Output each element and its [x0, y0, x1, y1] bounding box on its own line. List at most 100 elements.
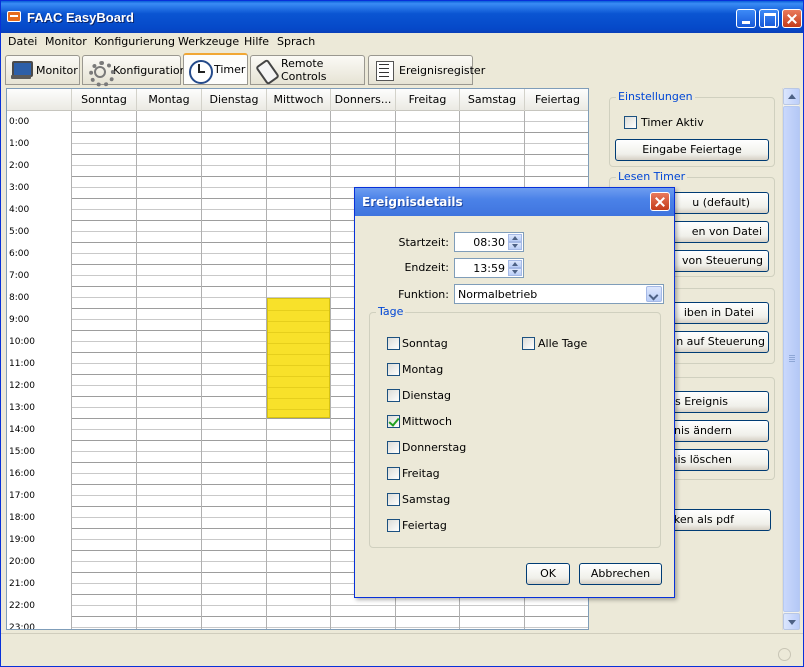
startzeit-spinner[interactable]: 08:30 — [454, 232, 524, 252]
app-icon — [7, 11, 21, 22]
grid-column-line — [201, 111, 202, 629]
scroll-up-button[interactable] — [783, 88, 800, 105]
close-button[interactable] — [782, 9, 802, 28]
day-checkbox-feiertag[interactable] — [387, 519, 400, 532]
day-label: Sonntag — [402, 337, 448, 350]
startzeit-down-arrow-icon[interactable] — [508, 242, 522, 250]
startzeit-value: 08:30 — [473, 236, 505, 249]
vertical-scrollbar[interactable] — [782, 88, 800, 630]
tab-monitor-label: Monitor — [36, 63, 78, 77]
row-label: 17:00 — [9, 491, 35, 501]
eingabe-feiertage-button[interactable]: Eingabe Feiertage — [615, 139, 769, 161]
row-label: 18:00 — [9, 513, 35, 523]
tab-konfiguration[interactable]: Konfiguration — [82, 55, 187, 87]
tab-remote-controls-label: Remote Controls — [281, 57, 327, 83]
menu-werkzeuge[interactable]: Werkzeuge — [178, 35, 239, 48]
row-label: 1:00 — [9, 139, 30, 149]
row-label: 3:00 — [9, 183, 30, 193]
funktion-value: Normalbetrieb — [458, 288, 538, 301]
day-checkbox-donnerstag[interactable] — [387, 441, 400, 454]
day-checkbox-freitag[interactable] — [387, 467, 400, 480]
tab-timer[interactable]: Timer — [183, 53, 248, 85]
group-einstellungen: Einstellungen Timer Aktiv Eingabe Feiert… — [609, 90, 775, 167]
endzeit-up-arrow-icon[interactable] — [508, 260, 522, 268]
grid-header: Sonntag Montag Dienstag Mittwoch Donners… — [7, 89, 588, 111]
event-slot-line — [268, 409, 329, 410]
menu-bar: Datei Monitor Konfigurierung Werkzeuge H… — [1, 33, 803, 51]
alle-tage-checkbox[interactable] — [522, 337, 535, 350]
startzeit-up-arrow-icon[interactable] — [508, 234, 522, 242]
day-label: Montag — [402, 363, 444, 376]
timer-aktiv-checkbox[interactable] — [624, 116, 637, 129]
row-label: 2:00 — [9, 161, 30, 171]
row-label: 23:00 — [9, 623, 35, 630]
day-label: Dienstag — [402, 389, 452, 402]
row-label: 19:00 — [9, 535, 35, 545]
startzeit-label: Startzeit: — [398, 236, 450, 249]
row-label: 20:00 — [9, 557, 35, 567]
row-label: 5:00 — [9, 227, 30, 237]
column-header: Donners... — [330, 89, 395, 111]
menu-datei[interactable]: Datei — [8, 35, 37, 48]
day-checkbox-dienstag[interactable] — [387, 389, 400, 402]
row-label: 15:00 — [9, 447, 35, 457]
chevron-down-icon[interactable] — [646, 286, 662, 302]
tab-monitor[interactable]: Monitor — [5, 55, 80, 85]
row-label: 8:00 — [9, 293, 30, 303]
endzeit-down-arrow-icon[interactable] — [508, 268, 522, 276]
clock-icon — [188, 59, 213, 84]
tage-group: Tage Sonntag Montag Dienstag Mittwoch Donner… — [369, 305, 661, 548]
event-slot-line — [268, 343, 329, 344]
timer-event-block[interactable] — [267, 298, 330, 418]
minimize-button[interactable] — [736, 9, 756, 28]
day-checkbox-montag[interactable] — [387, 363, 400, 376]
column-header: Dienstag — [201, 89, 266, 111]
scroll-thumb[interactable] — [783, 106, 800, 612]
tage-title: Tage — [376, 305, 406, 318]
row-label: 0:00 — [9, 117, 30, 127]
dialog-close-button[interactable] — [650, 192, 670, 211]
menu-sprach[interactable]: Sprach — [277, 35, 315, 48]
menu-hilfe[interactable]: Hilfe — [244, 35, 269, 48]
menu-konfigurierung[interactable]: Konfigurierung — [94, 35, 175, 48]
column-header: Feiertag — [524, 89, 588, 111]
tab-ereignisregister[interactable]: Ereignisregister — [368, 55, 485, 85]
tab-timer-label: Timer — [214, 63, 246, 76]
row-label: 12:00 — [9, 381, 35, 391]
funktion-label: Funktion: — [398, 288, 449, 301]
monitor-icon — [10, 59, 33, 81]
column-header: Sonntag — [71, 89, 136, 111]
event-slot-line — [268, 332, 329, 333]
column-header: Freitag — [395, 89, 459, 111]
endzeit-spinner[interactable]: 13:59 — [454, 258, 524, 278]
ok-button[interactable]: OK — [526, 563, 570, 585]
event-slot-line — [268, 321, 329, 322]
alle-tage-label: Alle Tage — [538, 337, 588, 350]
row-label: 16:00 — [9, 469, 35, 479]
event-slot-line — [268, 387, 329, 388]
column-header: Mittwoch — [266, 89, 330, 111]
row-label: 21:00 — [9, 579, 35, 589]
column-header: Montag — [136, 89, 201, 111]
scroll-down-button[interactable] — [783, 613, 800, 630]
window-title: FAAC EasyBoard — [27, 10, 134, 25]
status-indicator-icon — [778, 648, 791, 661]
maximize-button[interactable] — [759, 9, 779, 28]
day-checkbox-sonntag[interactable] — [387, 337, 400, 350]
list-icon — [373, 59, 395, 81]
remote-control-icon — [255, 59, 277, 81]
day-label: Freitag — [402, 467, 440, 480]
tab-toolbar: Monitor Konfiguration Timer Remote Contr… — [1, 51, 803, 87]
endzeit-label: Endzeit: — [404, 261, 449, 274]
funktion-dropdown[interactable]: Normalbetrieb — [454, 284, 664, 304]
day-checkbox-mittwoch[interactable] — [387, 415, 400, 428]
row-label: 11:00 — [9, 359, 35, 369]
row-label: 4:00 — [9, 205, 30, 215]
tab-remote-controls[interactable]: Remote Controls — [250, 55, 365, 85]
dialog-title: Ereignisdetails — [362, 195, 463, 209]
abbrechen-button[interactable]: Abbrechen — [579, 563, 662, 585]
menu-monitor[interactable]: Monitor — [45, 35, 87, 48]
day-label: Samstag — [402, 493, 451, 506]
day-checkbox-samstag[interactable] — [387, 493, 400, 506]
day-label: Mittwoch — [402, 415, 452, 428]
